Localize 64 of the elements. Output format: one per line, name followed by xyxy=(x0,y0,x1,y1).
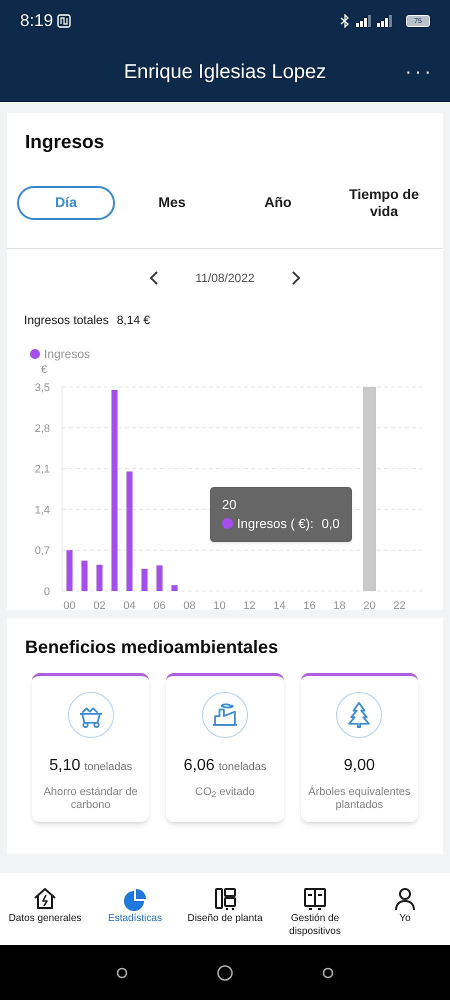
y-tick-label: 0,7 xyxy=(34,544,50,557)
x-tick-label: 00 xyxy=(63,600,76,612)
date-label: 11/08/2022 xyxy=(195,270,255,286)
nav-tab[interactable]: Yo xyxy=(360,885,450,926)
x-tick-label: 20 xyxy=(363,600,376,612)
y-tick-label: 1,4 xyxy=(34,504,50,516)
x-tick-label: 04 xyxy=(123,600,136,612)
factory-icon xyxy=(202,692,248,738)
recents-nav-icon[interactable] xyxy=(116,966,128,978)
bar xyxy=(96,564,102,590)
back-nav-icon[interactable] xyxy=(322,966,334,978)
pine-tree-icon xyxy=(336,692,382,738)
x-tick-label: 14 xyxy=(273,600,286,612)
bar xyxy=(156,564,162,590)
benefit-value: 9,00 xyxy=(344,756,375,776)
benefit-value: 5,10 xyxy=(49,756,80,776)
x-tick-label: 12 xyxy=(243,600,256,612)
benefit-unit: toneladas xyxy=(84,760,132,774)
cabinet-icon xyxy=(301,885,329,913)
period-tab[interactable]: Mes xyxy=(123,186,221,220)
y-tick-label: 2,8 xyxy=(34,422,50,434)
bar xyxy=(66,550,72,590)
bar xyxy=(172,584,178,590)
nav-tab[interactable]: Estadísticas xyxy=(90,885,180,926)
nav-tab[interactable]: Diseño de planta xyxy=(180,885,270,926)
tooltip-label: Ingresos ( €): xyxy=(237,515,314,533)
notification-icon xyxy=(57,14,72,28)
next-date-button[interactable] xyxy=(290,270,301,284)
x-tick-label: 22 xyxy=(393,600,406,612)
benefit-label: Ahorro estándar de carbono xyxy=(42,786,139,813)
x-tick-label: 10 xyxy=(213,600,226,612)
period-tab[interactable]: Tiempo de vida xyxy=(335,186,433,220)
bar xyxy=(142,568,148,590)
mine-cart-icon xyxy=(68,692,114,738)
benefit-unit: toneladas xyxy=(218,760,266,774)
legend-label: Ingresos xyxy=(44,346,90,362)
nav-tab[interactable]: Gestión de dispositivos xyxy=(270,885,360,938)
tooltip-title: 20 xyxy=(222,496,238,514)
nav-tab[interactable]: Datos generales xyxy=(0,885,90,926)
header-title: Enrique Iglesias Lopez xyxy=(124,60,326,85)
benefit-value: 6,06 xyxy=(184,756,215,776)
total-label: Ingresos totales xyxy=(24,312,109,328)
y-tick-label: 3,5 xyxy=(34,382,50,394)
y-axis-unit: € xyxy=(40,364,48,376)
section-title: Ingresos xyxy=(24,131,106,155)
tooltip-value: 0,0 xyxy=(322,515,340,533)
x-tick-label: 08 xyxy=(183,600,196,612)
benefit-label: CO$_{2}$ evitado xyxy=(195,786,255,800)
y-tick-label: 0 xyxy=(44,586,50,598)
section-title: Beneficios medioambientales xyxy=(24,636,280,658)
x-tick-label: 16 xyxy=(303,600,316,612)
total-value: 8,14 € xyxy=(116,312,150,328)
bluetooth-icon xyxy=(340,14,350,28)
more-menu-button[interactable]: ··· xyxy=(405,57,434,87)
status-time: 8:19 xyxy=(20,10,54,32)
previous-date-button[interactable] xyxy=(149,270,160,284)
x-tick-label: 18 xyxy=(333,600,346,612)
home-nav-icon[interactable] xyxy=(216,964,234,982)
y-tick-label: 2,1 xyxy=(34,463,50,476)
x-tick-label: 02 xyxy=(93,600,106,612)
benefit-label: Árboles equivalentes plantados xyxy=(307,786,412,813)
bar xyxy=(82,560,88,590)
x-tick-label: 06 xyxy=(153,600,166,612)
period-tab[interactable]: Año xyxy=(229,186,327,220)
